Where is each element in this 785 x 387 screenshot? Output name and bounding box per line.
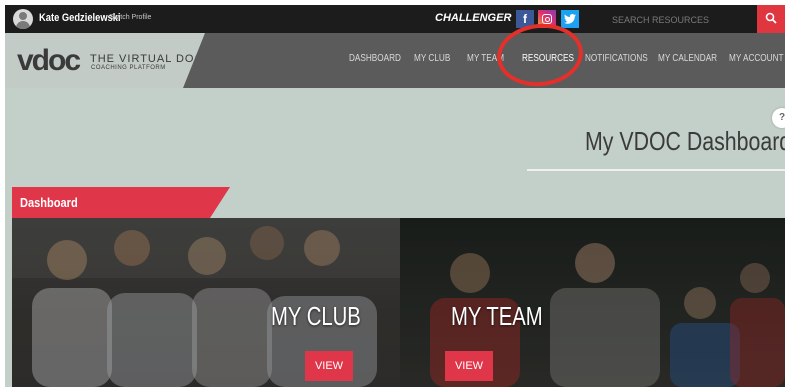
- logo-mark: vdoc: [17, 44, 81, 77]
- nav-my-calendar[interactable]: MY CALENDAR: [658, 53, 717, 64]
- top-bar: Kate Gedzielewski Switch Profile CHALLEN…: [5, 5, 785, 33]
- nav-notifications[interactable]: NOTIFICATIONS: [585, 53, 648, 64]
- my-club-card[interactable]: MY CLUB VIEW: [12, 218, 400, 387]
- program-name: CHALLENGER: [435, 12, 512, 24]
- title-divider: [527, 169, 785, 171]
- my-team-label: MY TEAM: [451, 301, 543, 331]
- my-club-label: MY CLUB: [271, 301, 361, 331]
- help-button[interactable]: ?: [772, 108, 785, 128]
- nav-my-account[interactable]: MY ACCOUNT: [729, 53, 784, 64]
- my-team-card[interactable]: MY TEAM VIEW: [400, 218, 785, 387]
- logo[interactable]: vdoc THE VIRTUAL DOC COACHING PLATFORM: [5, 33, 205, 88]
- page-title: My VDOC Dashboard: [585, 126, 785, 156]
- twitter-icon[interactable]: [561, 10, 579, 28]
- search-icon: [765, 12, 777, 24]
- avatar[interactable]: [13, 9, 33, 29]
- search-input[interactable]: [612, 13, 757, 27]
- logo-title: THE VIRTUAL DOC: [90, 53, 204, 65]
- nav-my-club[interactable]: MY CLUB: [414, 53, 450, 64]
- section-title: Dashboard: [20, 195, 78, 210]
- nav-dashboard[interactable]: DASHBOARD: [349, 53, 401, 64]
- section-header: Dashboard: [12, 187, 230, 218]
- my-club-view-button[interactable]: VIEW: [305, 351, 353, 381]
- my-team-view-button[interactable]: VIEW: [445, 351, 493, 381]
- search-button[interactable]: [757, 5, 785, 33]
- switch-profile-link[interactable]: Switch Profile: [109, 14, 151, 21]
- logo-subtitle: COACHING PLATFORM: [91, 65, 166, 71]
- main-navigation: vdoc THE VIRTUAL DOC COACHING PLATFORM D…: [5, 33, 785, 88]
